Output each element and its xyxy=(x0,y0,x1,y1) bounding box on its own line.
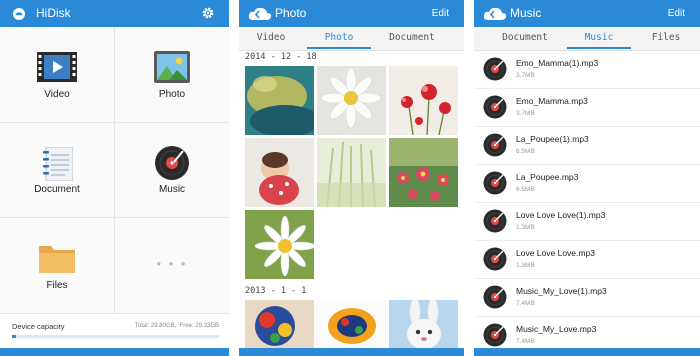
cloud-back-icon[interactable] xyxy=(483,7,507,21)
more-dots: • • • xyxy=(156,256,188,271)
capacity-label: Device capacity xyxy=(12,322,65,331)
photo-thumbnail[interactable] xyxy=(389,300,458,348)
photo-thumbnail[interactable] xyxy=(245,66,314,135)
music-file-size: 7.4MB xyxy=(516,300,535,307)
vinyl-icon xyxy=(483,133,507,157)
music-file-size: 3.7MB xyxy=(516,110,535,117)
photo-thumbnail[interactable] xyxy=(245,210,314,279)
date-group-label: 2014 - 12 - 18 xyxy=(245,52,317,62)
vinyl-icon xyxy=(483,209,507,233)
music-file-name: Love Love Love(1).mp3 xyxy=(516,210,606,220)
edit-button[interactable]: Edit xyxy=(432,7,449,20)
photo-header: Photo Edit xyxy=(239,0,464,27)
device-capacity: Device capacity Total: 29.80GB, Free: 29… xyxy=(0,313,229,349)
app-title: HiDisk xyxy=(36,6,71,20)
photo-title: Photo xyxy=(275,6,307,20)
photo-thumbnail[interactable] xyxy=(245,138,314,207)
music-file-row[interactable]: Love Love Love(1).mp3 1.3MB xyxy=(474,203,700,241)
music-file-size: 6.5MB xyxy=(516,186,535,193)
photo-screen: Photo Edit Video Photo Document 2014 - 1… xyxy=(239,0,464,356)
vinyl-icon xyxy=(483,285,507,309)
photo-label: Photo xyxy=(158,89,186,100)
picture-icon xyxy=(154,51,190,83)
photo-thumbnail[interactable] xyxy=(389,66,458,135)
gear-icon[interactable] xyxy=(201,6,215,20)
music-file-name: Music_My_Love.mp3 xyxy=(516,324,597,334)
music-file-name: Emo_Mamma.mp3 xyxy=(516,96,588,106)
music-file-size: 1.3MB xyxy=(516,224,535,231)
music-file-name: Music_My_Love(1).mp3 xyxy=(516,286,607,296)
music-tabs: Document Music Files xyxy=(474,27,700,51)
music-file-name: La_Poupee(1).mp3 xyxy=(516,134,589,144)
music-title: Music xyxy=(510,6,542,20)
date-group-label: 2013 - 1 - 1 xyxy=(245,286,307,296)
video-tile[interactable]: Video xyxy=(0,27,115,123)
music-file-size: 3.7MB xyxy=(516,72,535,79)
cloud-back-icon[interactable] xyxy=(248,7,272,21)
more-tile[interactable]: • • • xyxy=(115,218,229,314)
document-label: Document xyxy=(34,184,80,195)
bottom-bar xyxy=(0,348,229,356)
vinyl-icon xyxy=(483,57,507,81)
music-file-name: La_Poupee.mp3 xyxy=(516,172,579,182)
music-file-name: Emo_Mamma(1).mp3 xyxy=(516,58,599,68)
music-file-row[interactable]: Love Love Love.mp3 1.3MB xyxy=(474,241,700,279)
photo-thumbnail[interactable] xyxy=(317,300,386,348)
tab-music[interactable]: Music xyxy=(567,27,631,49)
music-file-row[interactable]: Emo_Mamma.mp3 3.7MB xyxy=(474,89,700,127)
music-file-row[interactable]: La_Poupee.mp3 6.5MB xyxy=(474,165,700,203)
photo-thumbnail[interactable] xyxy=(389,138,458,207)
music-file-name: Love Love Love.mp3 xyxy=(516,248,595,258)
music-header: Music Edit xyxy=(474,0,700,27)
hidisk-home-screen: HiDisk Video Photo Document Music Files … xyxy=(0,0,229,356)
capacity-free: Free: 29.33GB xyxy=(179,323,219,329)
vinyl-icon xyxy=(155,146,189,180)
tab-files[interactable]: Files xyxy=(636,27,696,49)
film-icon xyxy=(37,52,77,82)
capacity-bar-fill xyxy=(12,335,17,338)
photo-tile[interactable]: Photo xyxy=(115,27,229,123)
photo-thumbnail[interactable] xyxy=(317,138,386,207)
folder-icon xyxy=(39,246,75,273)
music-screen: Music Edit Document Music Files Emo_Mamm… xyxy=(474,0,700,356)
photo-tabs: Video Photo Document xyxy=(239,27,464,51)
photo-thumbnail[interactable] xyxy=(317,66,386,135)
music-tile[interactable]: Music xyxy=(115,123,229,218)
vinyl-icon xyxy=(483,171,507,195)
vinyl-icon xyxy=(483,95,507,119)
capacity-bar xyxy=(12,335,219,338)
document-tile[interactable]: Document xyxy=(0,123,115,218)
capacity-total: Total: 29.80GB xyxy=(134,323,175,329)
tab-photo[interactable]: Photo xyxy=(307,27,371,49)
edit-button[interactable]: Edit xyxy=(668,7,685,20)
bottom-bar xyxy=(474,348,700,356)
notebook-icon xyxy=(43,147,73,181)
vinyl-icon xyxy=(483,323,507,347)
files-tile[interactable]: Files xyxy=(0,218,115,314)
music-file-size: 1.3MB xyxy=(516,262,535,269)
tab-document[interactable]: Document xyxy=(490,27,560,49)
hidisk-logo-icon xyxy=(13,8,25,20)
photo-thumbnail[interactable] xyxy=(245,300,314,348)
music-file-row[interactable]: La_Poupee(1).mp3 6.5MB xyxy=(474,127,700,165)
tab-document[interactable]: Document xyxy=(377,27,447,49)
vinyl-icon xyxy=(483,247,507,271)
music-file-size: 6.5MB xyxy=(516,148,535,155)
bottom-bar xyxy=(239,348,464,356)
music-file-row[interactable]: Music_My_Love(1).mp3 7.4MB xyxy=(474,279,700,317)
files-label: Files xyxy=(46,280,68,291)
app-header: HiDisk xyxy=(0,0,229,27)
tab-video[interactable]: Video xyxy=(239,27,303,49)
music-label: Music xyxy=(158,184,186,195)
music-file-size: 7.4MB xyxy=(516,338,535,345)
video-label: Video xyxy=(44,89,70,100)
music-file-row[interactable]: Emo_Mamma(1).mp3 3.7MB xyxy=(474,51,700,89)
